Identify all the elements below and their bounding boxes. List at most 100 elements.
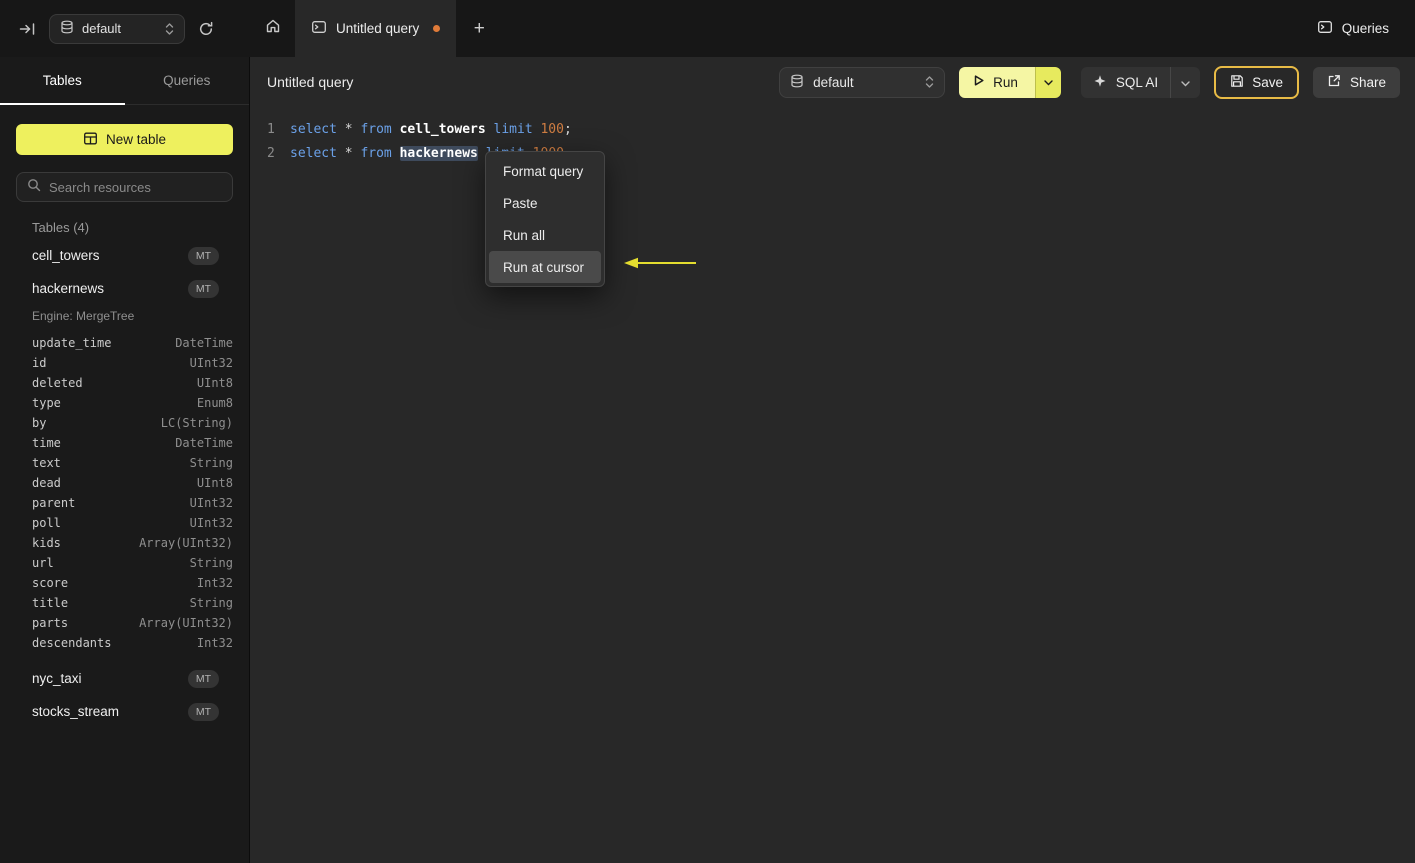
column-list: update_time DateTime id UInt32 deleted U…	[16, 333, 233, 653]
table-name: hackernews	[32, 281, 105, 296]
context-menu-item[interactable]: Format query	[489, 155, 601, 187]
column-type: UInt32	[189, 516, 233, 530]
engine-badge: MT	[187, 702, 219, 721]
save-icon	[1230, 74, 1244, 91]
column-row: text String	[16, 453, 233, 473]
column-name: kids	[32, 536, 61, 550]
queries-icon	[1317, 19, 1333, 38]
tab-label: Untitled query	[336, 21, 420, 36]
column-name: parent	[32, 496, 76, 510]
sidebar-tab-label: Tables	[42, 73, 82, 88]
tab-untitled-query[interactable]: Untitled query	[295, 0, 457, 57]
editor-line: 2 select * from hackernews limit 1000	[267, 141, 1415, 165]
table-list: cell_towers MT hackernews MT Engine: Mer…	[0, 239, 249, 728]
table-name: stocks_stream	[32, 704, 120, 719]
query-header: Untitled query default Run SQL AI Save S…	[250, 57, 1415, 107]
table-name: nyc_taxi	[32, 671, 82, 686]
database-icon	[790, 74, 804, 91]
column-name: update_time	[32, 336, 112, 350]
new-tab-button[interactable]: +	[456, 0, 502, 57]
column-type: UInt8	[196, 376, 233, 390]
new-table-label: New table	[105, 132, 167, 147]
table-row[interactable]: nyc_taxi MT	[16, 662, 233, 695]
line-number: 1	[267, 121, 275, 137]
engine-badge: MT	[187, 246, 219, 265]
run-options-button[interactable]	[1034, 66, 1061, 98]
column-type: Array(UInt32)	[139, 536, 233, 550]
search-box	[16, 172, 233, 202]
share-button-label: Share	[1349, 74, 1386, 90]
column-type: UInt32	[189, 496, 233, 510]
sidebar-tabs: Tables Queries	[0, 57, 249, 105]
query-title: Untitled query	[267, 74, 354, 90]
column-name: type	[32, 396, 61, 410]
table-engine-label: Engine: MergeTree	[32, 309, 135, 323]
column-name: poll	[32, 516, 61, 530]
chevron-down-icon	[1181, 75, 1190, 90]
column-row: time DateTime	[16, 433, 233, 453]
column-type: Int32	[196, 576, 233, 590]
annotation-arrow	[622, 256, 698, 275]
column-type: Enum8	[196, 396, 233, 410]
sidebar-tab-tables[interactable]: Tables	[0, 57, 125, 105]
tables-section-header: Tables (4)	[32, 220, 90, 235]
database-selector-topbar[interactable]: default	[49, 13, 185, 44]
save-button[interactable]: Save	[1214, 65, 1299, 99]
column-row: by LC(String)	[16, 413, 233, 433]
search-icon	[27, 178, 41, 197]
share-button[interactable]: Share	[1312, 66, 1400, 98]
table-name: cell_towers	[32, 248, 100, 263]
column-row: parent UInt32	[16, 493, 233, 513]
updown-chevron-icon	[925, 75, 934, 89]
table-row[interactable]: cell_towers MT	[16, 239, 233, 272]
column-row: deleted UInt8	[16, 373, 233, 393]
column-row: score Int32	[16, 573, 233, 593]
column-row: dead UInt8	[16, 473, 233, 493]
context-menu-item[interactable]: Paste	[489, 187, 601, 219]
column-type: LC(String)	[160, 416, 233, 430]
database-selector-header[interactable]: default	[779, 66, 946, 98]
tab-home[interactable]	[250, 0, 295, 57]
column-name: score	[32, 576, 69, 590]
column-type: String	[189, 456, 233, 470]
sql-ai-label: SQL AI	[1115, 74, 1159, 90]
sql-editor[interactable]: 1 select * from cell_towers limit 100; 2…	[250, 107, 1415, 165]
database-selector-value: default	[813, 74, 854, 90]
sql-ai-button[interactable]: SQL AI	[1081, 67, 1170, 98]
code-text: select * from cell_towers limit 100;	[290, 121, 572, 137]
context-menu-item[interactable]: Run all	[489, 219, 601, 251]
context-menu: Format query Paste Run all Run at cursor	[485, 151, 605, 287]
collapse-sidebar-icon[interactable]	[19, 21, 36, 37]
column-name: text	[32, 456, 61, 470]
tab-strip: Untitled query +	[250, 0, 502, 57]
sidebar: Tables Queries New table Tables (4) cell…	[0, 57, 250, 863]
database-icon	[60, 20, 74, 37]
table-row[interactable]: hackernews MT	[16, 272, 233, 305]
column-name: id	[32, 356, 47, 370]
queries-button-label: Queries	[1341, 21, 1389, 36]
refresh-icon[interactable]	[198, 21, 214, 37]
query-tab-icon	[311, 19, 327, 38]
sidebar-tab-queries[interactable]: Queries	[125, 57, 250, 104]
search-input[interactable]	[49, 179, 222, 195]
column-name: url	[32, 556, 54, 570]
topbar-left-controls: default	[0, 0, 250, 57]
engine-badge: MT	[187, 279, 219, 298]
context-menu-item[interactable]: Run at cursor	[489, 251, 601, 283]
unsaved-indicator-dot	[433, 25, 441, 32]
save-button-label: Save	[1252, 74, 1283, 90]
column-name: parts	[32, 616, 69, 630]
new-table-button[interactable]: New table	[16, 124, 233, 155]
play-icon	[972, 74, 985, 90]
column-type: DateTime	[175, 336, 233, 350]
run-button[interactable]: Run	[959, 66, 1035, 98]
sql-ai-options-button[interactable]	[1170, 66, 1200, 98]
line-number: 2	[267, 145, 275, 161]
queries-button[interactable]: Queries	[1317, 19, 1389, 38]
app-window: default Untitled query + Queries Tables …	[0, 0, 1415, 863]
column-row: title String	[16, 593, 233, 613]
column-name: time	[32, 436, 61, 450]
table-row[interactable]: stocks_stream MT	[16, 695, 233, 728]
sql-ai-split-button: SQL AI	[1080, 66, 1201, 98]
